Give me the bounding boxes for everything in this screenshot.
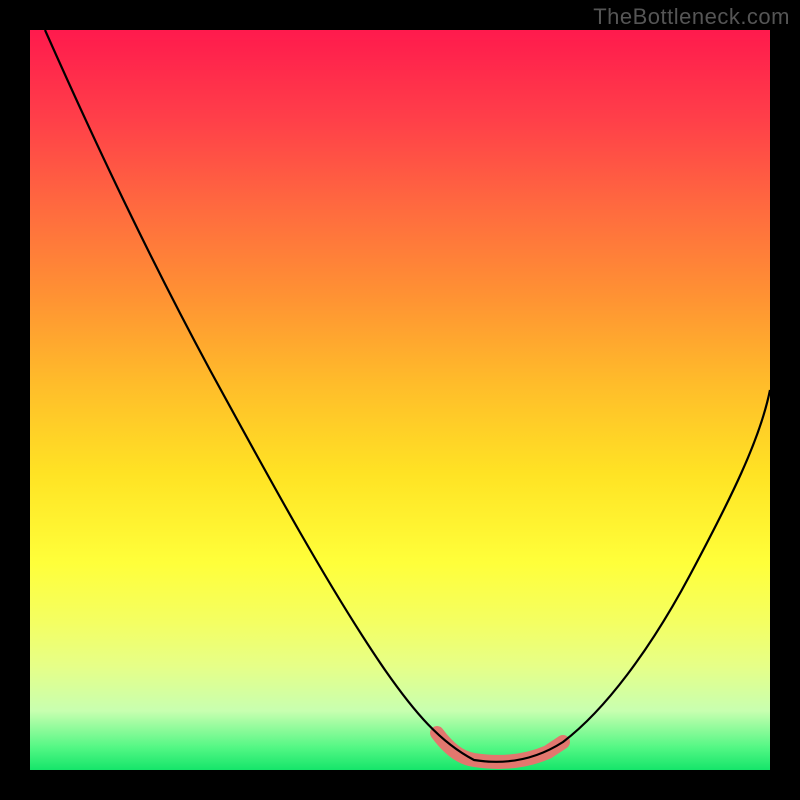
chart-frame: TheBottleneck.com [0, 0, 800, 800]
bottleneck-curve-line [45, 30, 770, 762]
plot-area [30, 30, 770, 770]
bottleneck-curve-svg [30, 30, 770, 770]
watermark-text: TheBottleneck.com [593, 4, 790, 30]
